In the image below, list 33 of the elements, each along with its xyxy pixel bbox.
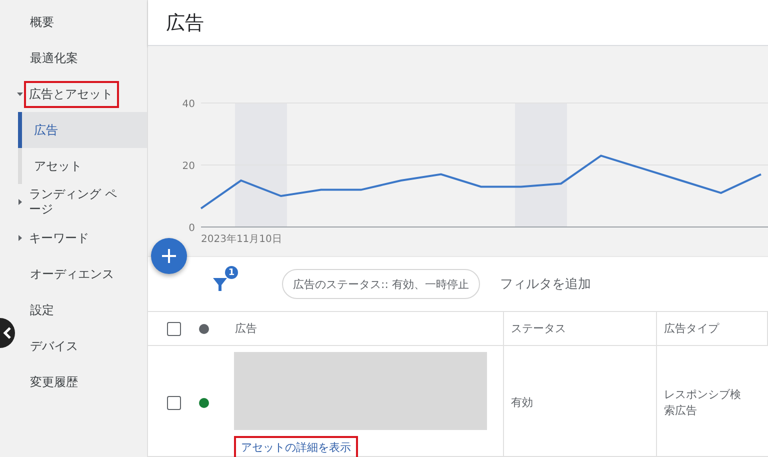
column-header[interactable]: 広告 xyxy=(228,312,504,345)
chevron-left-icon xyxy=(2,327,12,339)
status-cell: 有効 xyxy=(504,346,657,457)
sidebar-item[interactable]: デバイス xyxy=(30,338,78,354)
sidebar-item[interactable]: キーワード xyxy=(30,230,89,246)
sidebar-item[interactable]: オーディエンス xyxy=(30,266,114,282)
sidebar-item[interactable]: 最適化案 xyxy=(30,50,78,66)
add-button[interactable] xyxy=(151,238,187,274)
ad-type-cell-text: レスポンシブ検索広告 xyxy=(663,386,742,418)
asset-details-link[interactable]: アセットの詳細を表示 xyxy=(234,436,358,457)
caret-icon[interactable] xyxy=(17,199,23,205)
column-header[interactable]: 広告タイプ xyxy=(657,312,768,345)
sidebar-subitem[interactable]: 広告 xyxy=(18,112,147,148)
axis-tick-label: 0 xyxy=(188,223,195,234)
checkbox[interactable] xyxy=(167,322,181,336)
filter-chip[interactable]: 広告のステータス:: 有効、一時停止 xyxy=(282,269,480,299)
sidebar-item[interactable]: 設定 xyxy=(30,302,54,318)
caret-icon[interactable] xyxy=(17,91,23,97)
sidebar-item[interactable]: ランディング ページ xyxy=(30,187,121,217)
plus-icon xyxy=(161,248,177,264)
filter-count-badge: 1 xyxy=(225,266,238,279)
axis-tick-label: 40 xyxy=(182,99,195,110)
column-header[interactable]: ステータス xyxy=(504,312,657,345)
add-filter-link[interactable]: フィルタを追加 xyxy=(500,275,591,293)
filter-icon[interactable] xyxy=(212,276,228,292)
axis-tick-label: 20 xyxy=(182,161,195,172)
date-label: 2023年11月10日 xyxy=(201,234,282,245)
checkbox[interactable] xyxy=(167,396,181,410)
sidebar-item[interactable]: 変更履歴 xyxy=(30,374,78,390)
sidebar-item[interactable]: 概要 xyxy=(30,14,54,30)
sidebar-item[interactable]: 広告とアセット xyxy=(30,86,113,102)
caret-icon[interactable] xyxy=(17,235,23,241)
page-title: 広告 xyxy=(166,10,204,36)
